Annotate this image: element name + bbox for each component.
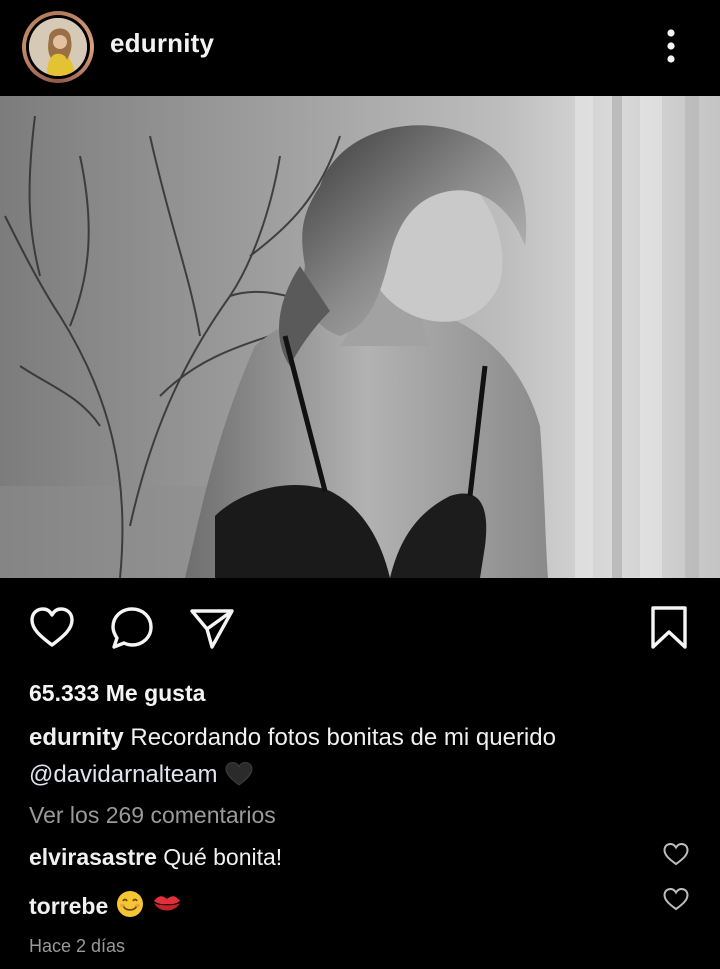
post-username[interactable]: edurnity — [110, 28, 214, 59]
comment-heart-icon[interactable] — [662, 841, 690, 867]
comment-bubble-icon[interactable] — [108, 604, 156, 652]
comment-username[interactable]: torrebe — [29, 893, 108, 919]
black-heart-icon — [224, 761, 254, 798]
post-timestamp: Hace 2 días — [29, 936, 126, 956]
caption-username[interactable]: edurnity — [29, 724, 124, 751]
smiling-face-icon — [115, 889, 145, 925]
caption-mention[interactable]: @davidarnalteam — [29, 761, 217, 788]
comment-heart-icon[interactable] — [662, 886, 690, 912]
kiss-mark-icon — [151, 889, 183, 925]
comment-username[interactable]: elvirasastre — [29, 844, 157, 870]
avatar[interactable] — [29, 18, 87, 76]
more-options-icon[interactable] — [656, 24, 686, 70]
post-actions — [0, 590, 720, 660]
story-ring[interactable] — [22, 11, 94, 83]
paper-plane-icon[interactable] — [188, 604, 236, 652]
comment-text: Qué bonita! — [163, 844, 283, 870]
likes-count[interactable]: 65.333 Me gusta — [29, 680, 205, 707]
post-caption: edurnity Recordando fotos bonitas de mi … — [29, 719, 679, 798]
heart-outline-icon[interactable] — [28, 604, 76, 652]
post-photo[interactable] — [0, 96, 720, 578]
post-header: edurnity — [0, 0, 720, 96]
bookmark-outline-icon[interactable] — [645, 604, 693, 652]
comment-item: elvirasastre Qué bonita! — [29, 844, 282, 871]
comment-item: torrebe — [29, 889, 183, 925]
view-all-comments-link[interactable]: Ver los 269 comentarios — [29, 802, 276, 829]
caption-text: Recordando fotos bonitas de mi querido — [130, 724, 556, 751]
